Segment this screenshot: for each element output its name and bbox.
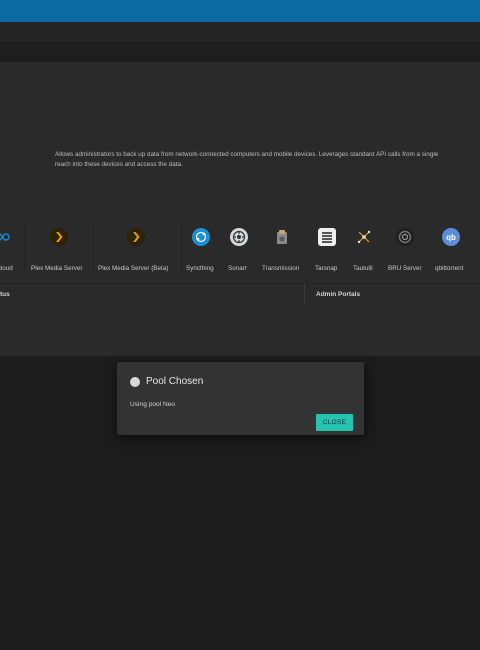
plugin-tile-nextcloud[interactable]: tcloud — [0, 220, 22, 280]
tautulli-icon — [355, 228, 373, 246]
bru-server-icon — [396, 228, 414, 246]
info-dot-icon — [130, 377, 140, 387]
plugin-label: Syncthing — [186, 265, 214, 272]
plugin-label: Tautulli — [353, 265, 373, 272]
page-header-bar — [0, 22, 480, 42]
plugin-label: BRU Server — [388, 265, 422, 272]
plugin-tile-qbittorrent[interactable]: qb qbittorrent — [430, 220, 474, 280]
dialog-title: Pool Chosen — [146, 376, 204, 387]
plugin-tile-transmission[interactable]: Transmission — [258, 220, 306, 280]
divider — [92, 220, 93, 277]
tarsnap-icon — [318, 228, 336, 246]
plugin-label: Transmission — [262, 265, 300, 272]
column-divider — [304, 283, 305, 305]
plugin-label: Plex Media Server (Beta) — [98, 265, 169, 272]
plugin-label: Plex Media Server — [31, 265, 83, 272]
breadcrumb-strip — [0, 42, 480, 62]
sonarr-icon — [230, 228, 248, 246]
plugin-tile-sonarr[interactable]: Sonarr — [224, 220, 254, 280]
status-column-header: tus — [0, 291, 10, 298]
plugin-description: Allows administrators to back up data fr… — [55, 150, 480, 170]
nextcloud-icon — [0, 228, 12, 246]
admin-portals-column-header: Admin Portals — [316, 291, 361, 298]
plugin-tile-plex[interactable]: Plex Media Server — [26, 220, 92, 280]
table-header-row — [0, 283, 480, 304]
plugin-tile-bru-server[interactable]: BRU Server — [385, 220, 427, 280]
plugin-tile-plex-beta[interactable]: Plex Media Server (Beta) — [94, 220, 180, 280]
plex-icon — [50, 228, 68, 246]
plugin-label: qbittorrent — [435, 265, 464, 272]
divider — [181, 220, 182, 277]
pool-chosen-dialog: Pool Chosen Using pool Neo CLOSE — [117, 362, 364, 435]
svg-text:qb: qb — [446, 233, 456, 242]
plugins-panel — [0, 62, 480, 356]
top-toolbar — [0, 0, 480, 22]
plugin-list: tcloud Plex Media Server Plex Media Serv… — [0, 220, 480, 280]
plugin-label: Sonarr — [228, 265, 247, 272]
plugin-label: Tarsnap — [315, 265, 338, 272]
divider — [24, 220, 25, 277]
dialog-message: Using pool Neo — [130, 401, 176, 408]
syncthing-icon — [192, 228, 210, 246]
plugin-tile-tarsnap[interactable]: Tarsnap — [311, 220, 345, 280]
plugin-tile-tautulli[interactable]: Tautulli — [348, 220, 382, 280]
plex-beta-icon — [127, 228, 145, 246]
plugin-label: tcloud — [0, 265, 13, 272]
description-line-2: reach into these devices and access the … — [55, 161, 183, 168]
qbittorrent-icon: qb — [442, 228, 460, 246]
plugin-tile-syncthing[interactable]: Syncthing — [183, 220, 221, 280]
description-line-1: Allows administrators to back up data fr… — [55, 151, 439, 158]
transmission-icon — [273, 228, 291, 246]
close-button[interactable]: CLOSE — [316, 414, 353, 431]
